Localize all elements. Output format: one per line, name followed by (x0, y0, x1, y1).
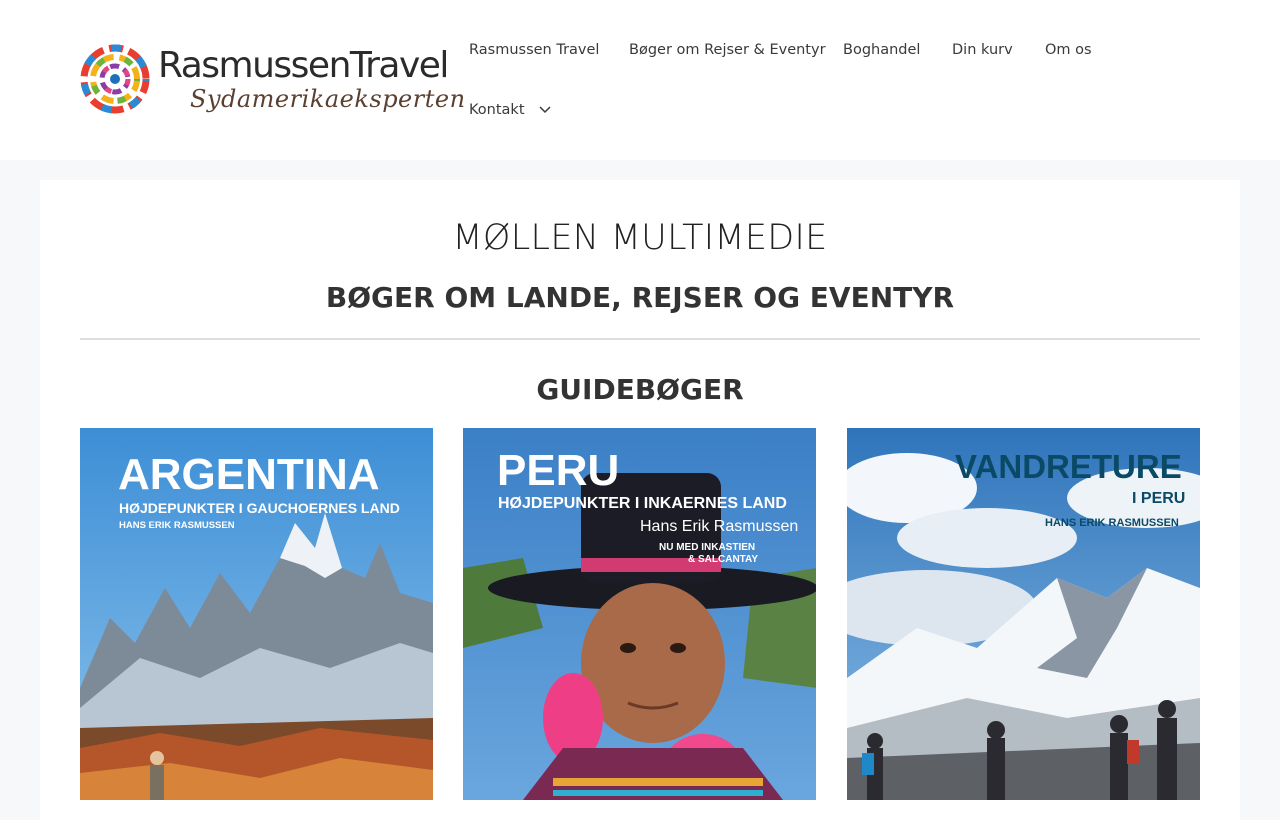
nav-om-os[interactable]: Om os (1025, 20, 1112, 80)
nav-label: Kontakt (469, 102, 525, 118)
page-title: MØLLEN MULTIMEDIE (452, 218, 828, 258)
main-navigation: Rasmussen Travel Bøger om Rejser & Event… (449, 20, 1149, 140)
cover-author: HANS ERIK RASMUSSEN (119, 520, 235, 531)
cover-author: HANS ERIK RASMUSSEN (1045, 517, 1179, 529)
cover-title: ARGENTINA (118, 450, 380, 499)
logo-spiral-icon (80, 44, 150, 114)
cover-note-line2: & SALCANTAY (688, 554, 759, 565)
main-content: MØLLEN MULTIMEDIE BØGER OM LANDE, REJSER… (40, 180, 1240, 820)
chevron-down-icon[interactable] (539, 80, 551, 140)
nav-label: Om os (1045, 42, 1092, 58)
book-cover-vandreture[interactable]: VANDRETURE I PERU HANS ERIK RASMUSSEN (847, 428, 1200, 800)
cover-subtitle: I PERU (1132, 490, 1186, 507)
book-cover-argentina[interactable]: ARGENTINA HØJDEPUNKTER I GAUCHOERNES LAN… (80, 428, 433, 800)
nav-din-kurv[interactable]: Din kurv (932, 20, 1033, 80)
site-header: RasmussenTravel Sydamerikaeksperten Rasm… (0, 0, 1280, 160)
nav-label: Din kurv (952, 42, 1013, 58)
cover-note-line1: NU MED INKASTIEN (659, 542, 756, 553)
logo-title: RasmussenTravel (158, 45, 449, 86)
cover-subtitle: HØJDEPUNKTER I INKAERNES LAND (498, 495, 787, 512)
section-title-guideboger: GUIDEBØGER (536, 373, 744, 406)
cover-author: Hans Erik Rasmussen (640, 518, 799, 535)
book-cover-peru[interactable]: PERU HØJDEPUNKTER I INKAERNES LAND Hans … (463, 428, 816, 800)
nav-label: Boghandel (843, 42, 921, 58)
divider (80, 338, 1200, 340)
nav-boger-om-rejser[interactable]: Bøger om Rejser & Eventyr (609, 20, 846, 80)
cover-title: PERU (497, 446, 620, 495)
nav-rasmussen-travel[interactable]: Rasmussen Travel (449, 20, 619, 80)
nav-kontakt[interactable]: Kontakt (449, 80, 571, 140)
nav-label: Rasmussen Travel (469, 42, 600, 58)
nav-boghandel[interactable]: Boghandel (823, 20, 940, 80)
cover-subtitle: HØJDEPUNKTER I GAUCHOERNES LAND (119, 500, 400, 516)
cover-title: VANDRETURE (955, 448, 1182, 485)
nav-label: Bøger om Rejser & Eventyr (629, 42, 826, 58)
page-subtitle: BØGER OM LANDE, REJSER OG EVENTYR (325, 281, 955, 314)
site-logo[interactable]: RasmussenTravel Sydamerikaeksperten (80, 44, 465, 116)
logo-subtitle: Sydamerikaeksperten (190, 85, 466, 113)
